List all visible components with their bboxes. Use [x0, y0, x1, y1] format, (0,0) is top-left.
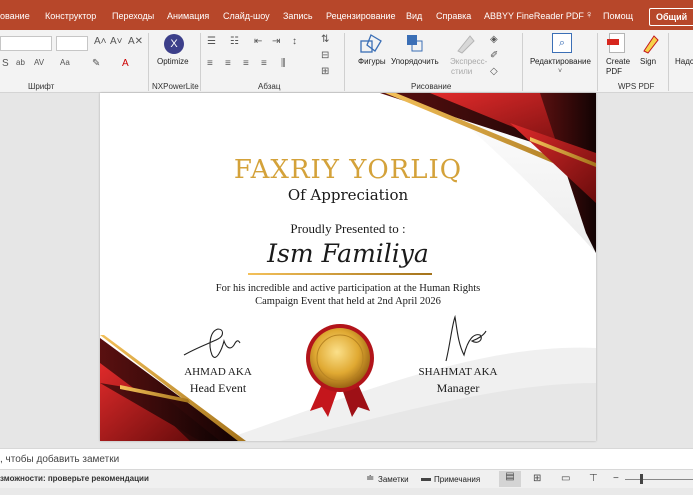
tab-animations[interactable]: Анимация — [167, 11, 209, 21]
numbering-icon[interactable]: ☷ — [230, 36, 239, 47]
text-direction-icon[interactable]: ⇅ — [321, 34, 329, 45]
reading-view-icon[interactable]: ▭ — [561, 473, 570, 484]
slideshow-icon[interactable]: ⊤ — [589, 473, 598, 484]
divider — [668, 33, 669, 91]
chevron-down-icon[interactable]: ˅ — [558, 68, 562, 75]
indent-increase-icon[interactable]: ⇥ — [272, 36, 280, 47]
right-signer-role[interactable]: Manager — [396, 381, 520, 396]
align-right-icon[interactable]: ≡ — [243, 58, 249, 69]
slide-workspace: FAXRIY YORLIQ Of Appreciation Proudly Pr… — [0, 93, 693, 448]
create-pdf-button[interactable]: Create PDF — [606, 57, 636, 77]
create-pdf-icon[interactable] — [607, 33, 625, 53]
tell-me-search[interactable]: Помощ — [603, 11, 633, 21]
editing-button[interactable]: Редактирование — [530, 57, 591, 66]
arrange-icon[interactable] — [405, 33, 425, 55]
font-size-input[interactable] — [56, 36, 88, 51]
paragraph-group-label: Абзац — [258, 82, 281, 91]
certificate-title[interactable]: FAXRIY YORLIQ — [100, 155, 596, 185]
body-line-2[interactable]: Campaign Event that held at 2nd April 20… — [100, 296, 596, 307]
font-name-input[interactable] — [0, 36, 52, 51]
shape-outline-icon[interactable]: ✐ — [490, 50, 498, 61]
lightbulb-icon[interactable]: ♀ — [585, 9, 593, 21]
recipient-name[interactable]: Ism Familiya — [100, 239, 596, 268]
clear-format-icon[interactable]: A✕ — [128, 36, 143, 47]
sign-icon[interactable] — [640, 33, 660, 55]
tab-home[interactable]: ование — [0, 11, 30, 21]
left-signer-name[interactable]: AHMAD AKA — [156, 366, 280, 378]
normal-view-icon[interactable]: ▤ — [499, 471, 521, 487]
sign-button[interactable]: Sign — [640, 57, 656, 66]
shapes-button[interactable]: Фигуры — [358, 57, 386, 66]
shapes-icon[interactable] — [359, 33, 383, 55]
zoom-slider-handle[interactable] — [640, 474, 643, 484]
zoom-out-icon[interactable]: − — [613, 473, 619, 484]
addins-button[interactable]: Надс — [675, 57, 693, 66]
line-spacing-icon[interactable]: ↕ — [292, 36, 297, 47]
certificate-subtitle[interactable]: Of Appreciation — [100, 186, 596, 204]
divider — [148, 33, 149, 91]
divider — [344, 33, 345, 91]
find-icon[interactable]: ⌕ — [552, 33, 572, 53]
smartart-icon[interactable]: ⊞ — [321, 66, 329, 77]
zoom-slider[interactable] — [625, 479, 693, 480]
font-group-label: Шрифт — [28, 82, 55, 91]
menu-bar: ование Конструктор Переходы Анимация Сла… — [0, 0, 693, 30]
divider — [200, 33, 201, 91]
indent-decrease-icon[interactable]: ⇤ — [254, 36, 262, 47]
nxpowerlite-group-label: NXPowerLite — [152, 82, 199, 91]
share-label: Общий — [656, 12, 688, 22]
divider — [597, 33, 598, 91]
highlight-icon[interactable]: ✎ — [92, 58, 100, 69]
bullets-icon[interactable]: ☰ — [207, 36, 216, 47]
comments-icon: ▬ — [421, 473, 431, 484]
decrease-font-icon[interactable]: A˅ — [110, 36, 123, 47]
change-case-icon[interactable]: Aa — [60, 58, 70, 67]
share-button[interactable]: Общий — [649, 8, 693, 26]
quick-styles-icon — [457, 35, 475, 54]
notes-placeholder: , чтобы добавить заметки — [0, 454, 120, 465]
nxpowerlite-icon[interactable]: X — [164, 34, 184, 54]
tab-view[interactable]: Вид — [406, 11, 422, 21]
tab-review[interactable]: Рецензирование — [326, 11, 396, 21]
tab-record[interactable]: Запись — [283, 11, 313, 21]
status-bar: зможности: проверьте рекомендации ≐ Заме… — [0, 470, 693, 488]
notes-pane[interactable]: , чтобы добавить заметки — [0, 448, 693, 470]
align-text-icon[interactable]: ⊟ — [321, 50, 329, 61]
wps-pdf-group-label: WPS PDF — [618, 82, 655, 91]
accessibility-status[interactable]: зможности: проверьте рекомендации — [0, 474, 149, 483]
taskbar — [0, 488, 693, 495]
slide-sorter-icon[interactable]: ⊞ — [533, 473, 541, 484]
divider — [522, 33, 523, 91]
shadow-icon[interactable]: ab — [16, 58, 25, 67]
body-line-1[interactable]: For his incredible and active participat… — [100, 283, 596, 294]
align-left-icon[interactable]: ≡ — [207, 58, 213, 69]
tab-help[interactable]: Справка — [436, 11, 471, 21]
left-signer-role[interactable]: Head Event — [156, 381, 280, 396]
tab-design[interactable]: Конструктор — [45, 11, 96, 21]
presented-to-label[interactable]: Proudly Presented to : — [100, 221, 596, 237]
quick-styles-button: Экспресс- — [450, 57, 488, 66]
increase-font-icon[interactable]: A˄ — [94, 36, 107, 47]
tab-abbyy[interactable]: ABBYY FineReader PDF — [484, 11, 584, 21]
shape-effects-icon[interactable]: ◇ — [490, 66, 498, 77]
char-spacing-icon[interactable]: AV — [34, 58, 44, 67]
shape-fill-icon[interactable]: ◈ — [490, 34, 498, 45]
right-signer-name[interactable]: SHAHMAT AKA — [396, 366, 520, 378]
notes-icon: ≐ — [366, 473, 375, 484]
optimize-button[interactable]: Optimize — [157, 57, 189, 66]
columns-icon[interactable]: ⫼ — [281, 58, 286, 69]
comments-toggle-button[interactable]: Примечания — [434, 475, 480, 484]
tab-transitions[interactable]: Переходы — [112, 11, 154, 21]
justify-icon[interactable]: ≡ — [261, 58, 267, 69]
ribbon: A˄ A˅ A✕ S ab AV Aa ✎ A Шрифт X Optimize… — [0, 30, 693, 93]
align-center-icon[interactable]: ≡ — [225, 58, 231, 69]
drawing-group-label: Рисование — [411, 82, 452, 91]
notes-toggle-button[interactable]: Заметки — [378, 475, 409, 484]
arrange-button[interactable]: Упорядочить — [391, 57, 439, 66]
tab-slideshow[interactable]: Слайд-шоу — [223, 11, 270, 21]
strikethrough-icon[interactable]: S — [2, 58, 9, 69]
font-color-icon[interactable]: A — [122, 58, 129, 69]
quick-styles-sublabel: стили — [451, 67, 473, 76]
slide-canvas[interactable]: FAXRIY YORLIQ Of Appreciation Proudly Pr… — [100, 93, 596, 441]
